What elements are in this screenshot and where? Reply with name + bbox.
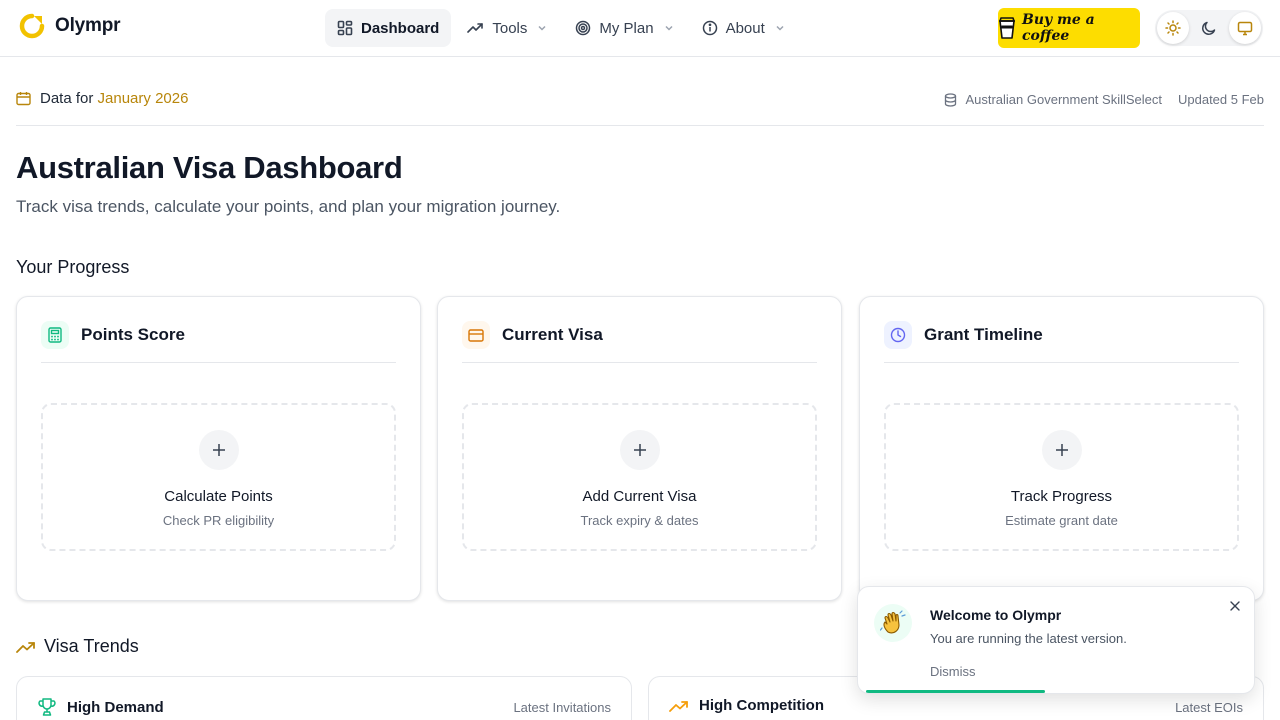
visa-trends-title: Visa Trends: [16, 636, 139, 657]
calculate-points-button[interactable]: Calculate Points Check PR eligibility: [41, 403, 396, 551]
track-progress-button[interactable]: Track Progress Estimate grant date: [884, 403, 1239, 551]
trending-up-icon: [467, 20, 484, 36]
top-navigation: Olympr Dashboard Tools My Plan About Buy…: [0, 0, 1280, 57]
buy-me-a-coffee-button[interactable]: Buy me a coffee: [998, 8, 1140, 48]
card-header: Points Score: [41, 321, 396, 363]
card-header: Current Visa: [462, 321, 817, 363]
trend-card-meta: Latest EOIs: [1175, 700, 1243, 715]
nav-about[interactable]: About: [690, 9, 797, 47]
toast-progress-bar: [866, 690, 1045, 693]
plus-icon: [619, 430, 660, 470]
trending-up-icon: [16, 640, 36, 654]
nav-tools-label: Tools: [492, 19, 528, 37]
action-label: Track Progress: [1010, 488, 1113, 505]
monitor-icon: [1237, 20, 1253, 36]
grant-timeline-card: Grant Timeline Track Progress Estimate g…: [859, 296, 1264, 601]
coffee-label: Buy me a coffee: [1022, 12, 1095, 44]
card-title: Points Score: [81, 325, 185, 344]
sun-icon: [1165, 20, 1181, 36]
action-label: Add Current Visa: [582, 488, 697, 505]
action-hint: Track expiry & dates: [580, 513, 699, 528]
data-period: Data for January 2026: [16, 90, 188, 107]
action-hint: Estimate grant date: [1005, 513, 1118, 528]
updated-date: Updated 5 Feb: [1177, 92, 1264, 107]
trend-card-meta: Latest Invitations: [513, 700, 611, 715]
card-title: Current Visa: [502, 325, 603, 344]
data-source: Australian Government SkillSelect Update…: [944, 92, 1264, 107]
trend-card-title: High Demand: [67, 698, 164, 716]
light-mode-button[interactable]: [1157, 12, 1189, 44]
progress-section-title: Your Progress: [16, 257, 130, 277]
trophy-icon: [37, 697, 57, 717]
nav-tools[interactable]: Tools: [455, 9, 559, 47]
chevron-down-icon: [537, 23, 547, 33]
action-label: Calculate Points: [164, 488, 273, 505]
current-visa-card: Current Visa Add Current Visa Track expi…: [437, 296, 842, 601]
dismiss-button[interactable]: Dismiss: [930, 664, 976, 679]
waving-hand-icon: [874, 604, 912, 642]
close-icon[interactable]: [1230, 601, 1240, 611]
nav-my-plan-label: My Plan: [599, 19, 654, 37]
dashboard-grid-icon: [337, 20, 353, 36]
credit-card-icon: [462, 321, 490, 349]
trending-up-icon: [669, 699, 689, 713]
clock-icon: [884, 321, 912, 349]
nav-links: Dashboard Tools My Plan About: [325, 9, 797, 47]
toast-progress-track: [858, 690, 1254, 693]
add-current-visa-button[interactable]: Add Current Visa Track expiry & dates: [462, 403, 817, 551]
data-source-bar: Data for January 2026 Australian Governm…: [16, 86, 1264, 126]
dark-mode-button[interactable]: [1193, 12, 1225, 44]
toast-title: Welcome to Olympr: [930, 607, 1062, 623]
welcome-toast: Welcome to Olympr You are running the la…: [857, 586, 1255, 694]
nav-about-label: About: [725, 19, 765, 37]
high-demand-card[interactable]: High Demand Latest Invitations: [16, 676, 632, 720]
source-name: Australian Government SkillSelect: [965, 92, 1162, 107]
card-title: Grant Timeline: [924, 325, 1043, 344]
trend-card-title: High Competition: [699, 697, 824, 714]
system-mode-button[interactable]: [1229, 12, 1261, 44]
nav-my-plan[interactable]: My Plan: [563, 9, 685, 47]
coffee-cup-icon: [998, 16, 1016, 40]
nav-dashboard-label: Dashboard: [361, 19, 440, 37]
data-month: January 2026: [97, 90, 189, 107]
plus-icon: [198, 430, 239, 470]
info-icon: [702, 20, 718, 36]
visa-trends-label: Visa Trends: [44, 636, 139, 656]
olympr-logo-icon: [19, 13, 45, 39]
points-score-card: Points Score Calculate Points Check PR e…: [16, 296, 421, 601]
page-subtitle: Track visa trends, calculate your points…: [16, 197, 561, 216]
database-icon: [944, 92, 957, 107]
target-icon: [575, 20, 591, 36]
calculator-icon: [41, 321, 69, 349]
calendar-icon: [16, 91, 31, 106]
page-title: Australian Visa Dashboard: [16, 150, 403, 185]
chevron-down-icon: [775, 23, 785, 33]
logo[interactable]: Olympr: [19, 13, 121, 39]
toast-message: You are running the latest version.: [930, 631, 1127, 646]
action-hint: Check PR eligibility: [162, 513, 275, 528]
data-prefix: Data for: [40, 90, 94, 107]
theme-switcher: [1155, 10, 1263, 46]
nav-dashboard[interactable]: Dashboard: [325, 9, 452, 47]
card-header: Grant Timeline: [884, 321, 1239, 363]
moon-icon: [1201, 20, 1217, 36]
chevron-down-icon: [664, 23, 674, 33]
plus-icon: [1041, 430, 1082, 470]
app-name: Olympr: [55, 15, 121, 36]
